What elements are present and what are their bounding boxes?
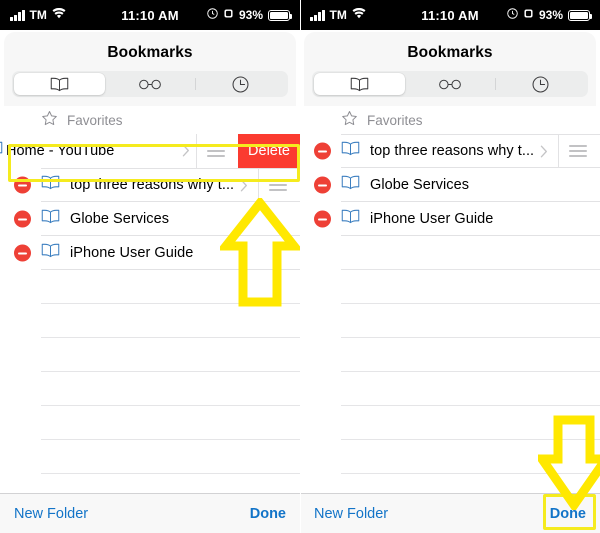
- reorder-handle-icon[interactable]: [558, 134, 587, 168]
- bookmarks-list-left: Favorites Home - YouTube Delete top thre…: [0, 106, 300, 474]
- bookmark-label: Globe Services: [370, 177, 470, 193]
- screenshot-root: TM 11:10 AM 93% Bookmarks Favorites Home…: [0, 0, 600, 533]
- tab-bookmarks[interactable]: [14, 73, 105, 95]
- rotation-lock-icon: [507, 6, 518, 24]
- empty-list-row: [300, 440, 600, 474]
- bookmark-label: top three reasons why t...: [70, 177, 235, 193]
- bookmark-row[interactable]: iPhone User Guide: [0, 236, 300, 270]
- minus-circle-icon[interactable]: [314, 176, 331, 194]
- minus-circle-icon[interactable]: [314, 210, 331, 228]
- minus-circle-icon[interactable]: [314, 142, 331, 160]
- chevron-right-icon: [182, 144, 190, 159]
- section-header-label: Favorites: [67, 112, 123, 128]
- section-header-favorites: Favorites: [0, 106, 300, 134]
- reorder-handle-icon[interactable]: [196, 134, 225, 168]
- new-folder-button[interactable]: New Folder: [14, 506, 88, 522]
- open-book-icon: [341, 209, 360, 229]
- empty-list-row: [300, 338, 600, 372]
- tab-history[interactable]: [495, 73, 586, 95]
- bookmark-row[interactable]: top three reasons why t...: [0, 168, 300, 202]
- chevron-right-icon: [540, 145, 548, 160]
- empty-list-row: [0, 338, 300, 372]
- star-icon: [341, 110, 358, 130]
- open-book-icon: [350, 77, 369, 92]
- open-book-icon: [41, 175, 60, 195]
- bookmark-label: top three reasons why t...: [370, 143, 535, 159]
- bookmark-row-home-youtube[interactable]: Home - YouTube Delete: [0, 134, 300, 168]
- delete-button[interactable]: Delete: [238, 134, 300, 168]
- bookmark-row[interactable]: Globe Services: [300, 168, 600, 202]
- bottom-toolbar-right: New Folder Done: [300, 493, 600, 533]
- open-book-icon: [41, 243, 60, 263]
- empty-list-row: [0, 440, 300, 474]
- status-bar-right: TM 11:10 AM 93%: [300, 0, 600, 30]
- empty-list-row: [300, 304, 600, 338]
- bookmark-row[interactable]: Globe Services: [0, 202, 300, 236]
- reading-list-glasses-icon: [438, 79, 462, 90]
- history-clock-icon: [232, 76, 249, 93]
- history-clock-icon: [532, 76, 549, 93]
- open-book-icon: [0, 141, 3, 161]
- empty-list-row: [300, 406, 600, 440]
- done-button[interactable]: Done: [550, 506, 586, 522]
- alarm-clock-icon: [523, 6, 534, 24]
- empty-list-row: [0, 270, 300, 304]
- alarm-clock-icon: [223, 6, 234, 24]
- empty-list-row: [300, 236, 600, 270]
- section-header-label: Favorites: [367, 112, 423, 128]
- bookmarks-list-right: Favorites top three reasons why t... Glo…: [300, 106, 600, 474]
- battery-percent-label: 93%: [238, 8, 263, 22]
- bookmark-label: iPhone User Guide: [70, 245, 194, 261]
- reading-list-glasses-icon: [138, 79, 162, 90]
- open-book-icon: [341, 141, 360, 161]
- nav-card-left: Bookmarks: [4, 32, 296, 106]
- status-bar-right-group: 93%: [507, 6, 592, 24]
- bookmark-label: Home - YouTube: [6, 143, 115, 159]
- panel-left-before-delete: TM 11:10 AM 93% Bookmarks Favorites Home…: [0, 0, 300, 533]
- new-folder-button[interactable]: New Folder: [314, 506, 388, 522]
- empty-list-row: [0, 372, 300, 406]
- bookmark-label: iPhone User Guide: [370, 211, 494, 227]
- status-bar-right-group: 93%: [207, 6, 292, 24]
- chevron-right-icon: [240, 179, 248, 194]
- panel-right-after-delete: TM 11:10 AM 93% Bookmarks Favorites top …: [300, 0, 600, 533]
- reorder-handle-icon[interactable]: [258, 168, 287, 202]
- page-title: Bookmarks: [407, 44, 493, 61]
- bottom-toolbar-left: New Folder Done: [0, 493, 300, 533]
- status-bar-left: TM 11:10 AM 93%: [0, 0, 300, 30]
- swiped-row-container: Home - YouTube Delete: [0, 134, 300, 168]
- page-title: Bookmarks: [107, 44, 193, 61]
- minus-circle-icon[interactable]: [14, 176, 31, 194]
- bookmark-row[interactable]: iPhone User Guide: [300, 202, 600, 236]
- segmented-control-left[interactable]: [12, 71, 288, 97]
- tab-reading-list[interactable]: [405, 73, 496, 95]
- battery-percent-label: 93%: [538, 8, 563, 22]
- battery-icon: [568, 9, 592, 21]
- segmented-control-right[interactable]: [312, 71, 588, 97]
- star-icon: [41, 110, 58, 130]
- open-book-icon: [50, 77, 69, 92]
- tab-reading-list[interactable]: [105, 73, 196, 95]
- minus-circle-icon[interactable]: [14, 210, 31, 228]
- rotation-lock-icon: [207, 6, 218, 24]
- battery-icon: [268, 9, 292, 21]
- bookmark-row[interactable]: top three reasons why t...: [300, 134, 600, 168]
- minus-circle-icon[interactable]: [14, 244, 31, 262]
- open-book-icon: [341, 175, 360, 195]
- empty-list-row: [300, 270, 600, 304]
- section-header-favorites: Favorites: [300, 106, 600, 134]
- tab-history[interactable]: [195, 73, 286, 95]
- empty-list-row: [300, 372, 600, 406]
- nav-card-right: Bookmarks: [304, 32, 596, 106]
- empty-list-row: [0, 406, 300, 440]
- done-button[interactable]: Done: [250, 506, 286, 522]
- bookmark-label: Globe Services: [70, 211, 170, 227]
- tab-bookmarks[interactable]: [314, 73, 405, 95]
- empty-list-row: [0, 304, 300, 338]
- open-book-icon: [41, 209, 60, 229]
